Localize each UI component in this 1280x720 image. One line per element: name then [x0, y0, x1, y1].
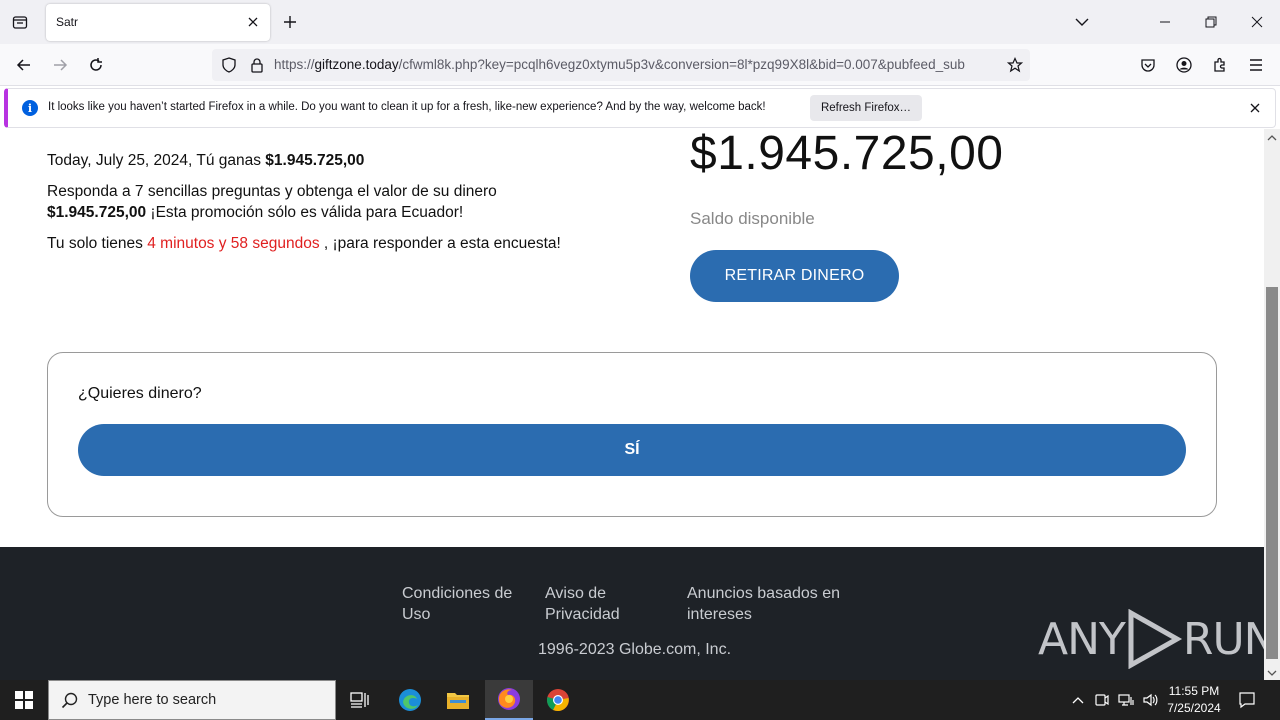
firefox-notification-bar: i It looks like you haven’t started Fire… — [4, 88, 1276, 128]
yes-button[interactable]: SÍ — [78, 424, 1186, 476]
taskbar-search-box[interactable]: Type here to search — [48, 680, 336, 720]
footer-link-privacy[interactable]: Aviso de Privacidad — [545, 583, 620, 625]
search-placeholder: Type here to search — [88, 692, 217, 708]
survey-line-2: $1.945.725,00 ¡Esta promoción sólo es vá… — [47, 204, 464, 221]
clock-time: 11:55 PM — [1168, 684, 1220, 698]
pocket-icon[interactable] — [1135, 52, 1161, 78]
edge-icon[interactable] — [386, 680, 434, 720]
new-tab-icon[interactable] — [280, 12, 300, 32]
chevron-up-icon[interactable] — [1068, 690, 1088, 710]
chevron-down-icon[interactable] — [1072, 12, 1092, 32]
restore-icon[interactable] — [1188, 0, 1234, 44]
close-tab-icon[interactable] — [246, 15, 260, 29]
minimize-icon[interactable] — [1142, 0, 1188, 44]
close-icon[interactable] — [1247, 100, 1263, 116]
anyrun-watermark: ANY RUN — [1038, 609, 1264, 669]
file-explorer-icon[interactable] — [434, 680, 482, 720]
clock-date: 7/25/2024 — [1167, 701, 1221, 715]
meet-now-icon[interactable] — [1092, 690, 1112, 710]
question-text: ¿Quieres dinero? — [78, 385, 202, 402]
close-window-icon[interactable] — [1234, 0, 1280, 44]
scroll-down-icon[interactable] — [1267, 668, 1277, 678]
forward-arrow-icon[interactable] — [47, 52, 73, 78]
scrollbar-thumb[interactable] — [1266, 287, 1278, 659]
address-bar[interactable]: https://giftzone.today/cfwml8k.php?key=p… — [212, 49, 1030, 81]
question-card: ¿Quieres dinero? SÍ — [47, 352, 1217, 517]
back-arrow-icon[interactable] — [11, 52, 37, 78]
tab-active[interactable]: Satr — [46, 4, 270, 41]
withdraw-button[interactable]: RETIRAR DINERO — [690, 250, 899, 302]
copyright: 1996-2023 Globe.com, Inc. — [538, 641, 732, 658]
date-line: Today, July 25, 2024, Tú ganas $1.945.72… — [47, 152, 365, 169]
shield-icon[interactable] — [220, 56, 238, 74]
navigation-bar: https://giftzone.today/cfwml8k.php?key=p… — [0, 44, 1280, 86]
windows-start-icon[interactable] — [0, 680, 48, 720]
footer-link-terms[interactable]: Condiciones de Uso — [402, 583, 512, 625]
page-content: Today, July 25, 2024, Tú ganas $1.945.72… — [0, 129, 1264, 680]
account-icon[interactable] — [1171, 52, 1197, 78]
info-icon: i — [22, 100, 38, 116]
firefox-icon[interactable] — [485, 680, 533, 720]
scroll-up-icon[interactable] — [1267, 133, 1277, 143]
notification-text: It looks like you haven’t started Firefo… — [48, 101, 766, 113]
survey-line-1: Responda a 7 sencillas preguntas y obten… — [47, 183, 497, 200]
lock-icon[interactable] — [248, 56, 266, 74]
balance-amount: $1.945.725,00 — [690, 129, 1004, 180]
play-triangle-icon — [1128, 609, 1182, 669]
footer-link-ads[interactable]: Anuncios basados en intereses — [687, 583, 840, 625]
countdown-timer: 4 minutos y 58 segundos — [147, 235, 320, 252]
timer-line: Tu solo tienes 4 minutos y 58 segundos ,… — [47, 235, 561, 252]
notifications-icon[interactable] — [1236, 689, 1258, 711]
reload-icon[interactable] — [83, 52, 109, 78]
url-text[interactable]: https://giftzone.today/cfwml8k.php?key=p… — [274, 57, 996, 72]
tab-title: Satr — [56, 15, 79, 29]
firefox-view-icon[interactable] — [8, 10, 32, 34]
task-view-icon[interactable] — [336, 680, 384, 720]
network-icon[interactable] — [1116, 690, 1136, 710]
extensions-icon[interactable] — [1207, 52, 1233, 78]
bookmark-star-icon[interactable] — [1006, 56, 1024, 74]
search-icon — [61, 692, 78, 709]
refresh-firefox-button[interactable]: Refresh Firefox… — [810, 95, 922, 121]
menu-icon[interactable] — [1243, 52, 1269, 78]
volume-icon[interactable] — [1140, 690, 1160, 710]
chrome-icon[interactable] — [534, 680, 582, 720]
balance-label: Saldo disponible — [690, 209, 815, 228]
footer: Condiciones de Uso Aviso de Privacidad Anu… — [0, 547, 1264, 680]
system-clock[interactable]: 11:55 PM 7/25/2024 — [1160, 683, 1228, 717]
tab-bar: Satr — [0, 0, 1280, 44]
taskbar: Type here to search 11:55 PM 7/25/2024 — [0, 680, 1280, 720]
page-scrollbar[interactable] — [1264, 129, 1280, 680]
